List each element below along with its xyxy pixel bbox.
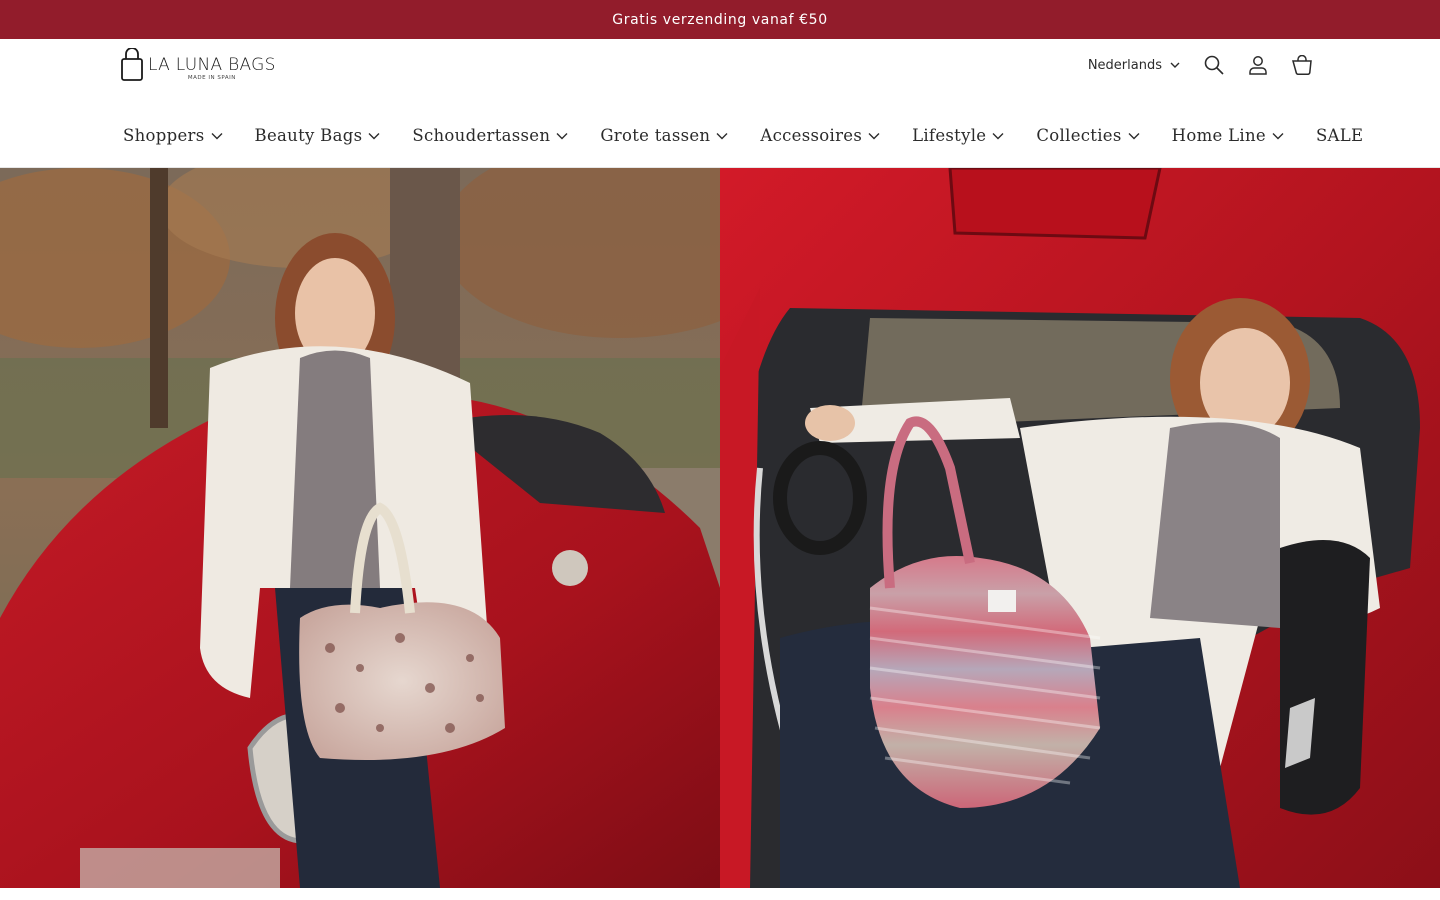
logo-tagline: MADE IN SPAIN [187, 75, 236, 81]
nav-item-label: Grote tassen [600, 125, 711, 145]
chevron-down-icon [1128, 132, 1140, 139]
hero-image-right[interactable] [720, 168, 1440, 888]
chevron-down-icon [1170, 62, 1180, 68]
nav-item-home-line[interactable]: Home Line [1172, 126, 1284, 145]
announcement-bar: Gratis verzending vanaf €50 [0, 0, 1440, 39]
chevron-down-icon [992, 132, 1004, 139]
chevron-down-icon [716, 132, 728, 139]
hero-photo-left [0, 168, 720, 888]
search-icon [1204, 55, 1224, 75]
header-tools: Nederlands [1088, 51, 1324, 79]
hero-image-left[interactable] [0, 168, 720, 888]
search-button[interactable] [1192, 43, 1236, 87]
nav-item-accessoires[interactable]: Accessoires [760, 126, 880, 145]
cart-button[interactable] [1280, 43, 1324, 87]
account-icon [1249, 56, 1267, 75]
nav-item-beauty-bags[interactable]: Beauty Bags [255, 126, 381, 145]
chevron-down-icon [556, 132, 568, 139]
main-navigation: Shoppers Beauty Bags Schoudertassen Grot… [123, 122, 1363, 148]
nav-item-label: SALE [1315, 125, 1364, 145]
chevron-down-icon [868, 132, 880, 139]
chevron-down-icon [211, 132, 223, 139]
page-bottom [0, 888, 1440, 900]
cart-icon [1292, 55, 1312, 75]
nav-item-label: Home Line [1171, 125, 1266, 145]
shopping-bag-logo-icon [121, 48, 143, 81]
nav-item-label: Accessoires [760, 125, 863, 145]
logo[interactable]: LA LUNA BAGS MADE IN SPAIN [120, 48, 290, 84]
nav-item-label: Schoudertassen [412, 125, 551, 145]
nav-item-label: Lifestyle [912, 125, 987, 145]
nav-item-lifestyle[interactable]: Lifestyle [912, 126, 1004, 145]
nav-item-label: Beauty Bags [254, 125, 363, 145]
announcement-text: Gratis verzending vanaf €50 [612, 11, 828, 28]
language-selector[interactable]: Nederlands [1088, 58, 1180, 73]
nav-item-label: Shoppers [123, 125, 205, 145]
account-button[interactable] [1236, 43, 1280, 87]
nav-item-sale[interactable]: SALE [1316, 126, 1363, 145]
nav-item-grote-tassen[interactable]: Grote tassen [600, 126, 728, 145]
nav-item-collecties[interactable]: Collecties [1036, 125, 1140, 145]
hero-banner [0, 168, 1440, 888]
chevron-down-icon [1272, 132, 1284, 139]
site-header: LA LUNA BAGS MADE IN SPAIN Nederlands Sh… [0, 39, 1440, 168]
hero-photo-right [720, 168, 1440, 888]
nav-item-schoudertassen[interactable]: Schoudertassen [412, 126, 568, 145]
logo-wordmark: LA LUNA BAGS [148, 55, 276, 75]
nav-item-shoppers[interactable]: Shoppers [123, 126, 223, 145]
nav-item-label: Collecties [1036, 125, 1122, 145]
chevron-down-icon [368, 132, 380, 139]
language-label: Nederlands [1087, 57, 1162, 73]
